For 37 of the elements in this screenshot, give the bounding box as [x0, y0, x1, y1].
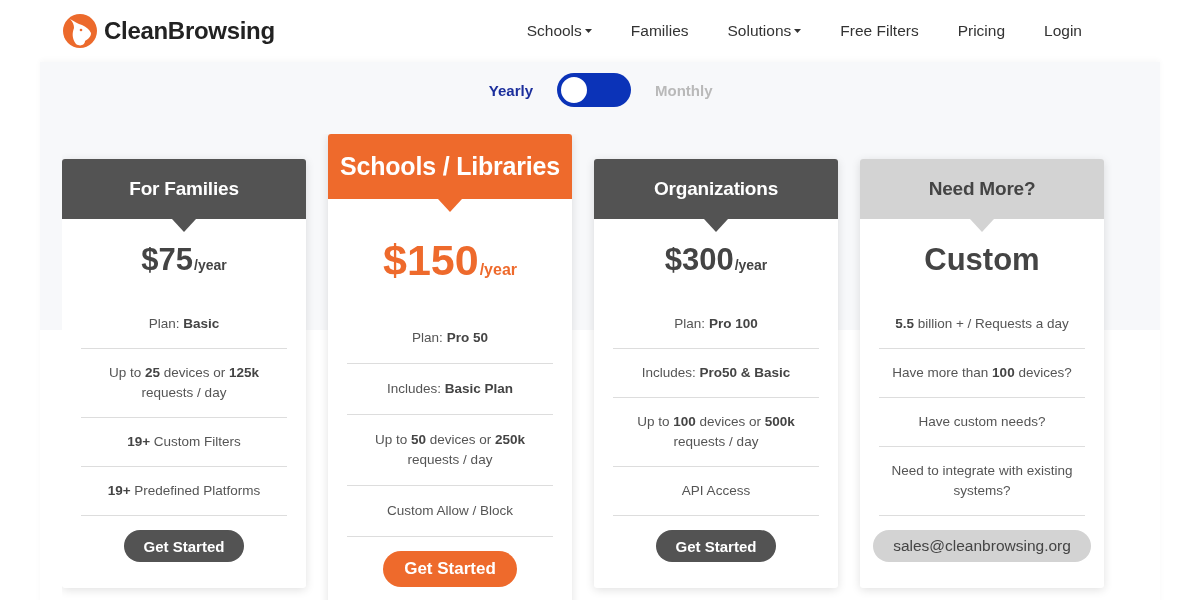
nav-link[interactable]: Solutions: [727, 22, 802, 40]
plan-feature: 19+ Predefined Platforms: [81, 467, 287, 516]
plan-feature: Includes: Pro50 & Basic: [613, 349, 819, 398]
nav-link[interactable]: Pricing: [957, 22, 1006, 40]
nav-link[interactable]: Schools: [526, 22, 592, 40]
billing-switch[interactable]: [557, 73, 631, 107]
plan-feature: 5.5 billion + / Requests a day: [879, 300, 1085, 349]
plan-feature: Need to integrate with existing systems?: [879, 447, 1085, 516]
plan-feature: Plan: Pro 50: [347, 313, 553, 364]
plan-title: Organizations: [653, 178, 779, 200]
plan-title: For Families: [129, 178, 239, 200]
get-started-button[interactable]: Get Started: [655, 530, 777, 562]
plan-title: Need More?: [928, 178, 1036, 200]
plan-title: Schools / Libraries: [340, 152, 560, 181]
plan-feature: Have custom needs?: [879, 398, 1085, 447]
plan-price: $300/year: [664, 242, 768, 278]
plan-feature: Have more than 100 devices?: [879, 349, 1085, 398]
plan-price: $75/year: [141, 242, 227, 278]
nav-link[interactable]: Login: [1044, 22, 1082, 40]
plan-feature: Up to 100 devices or 500k requests / day: [613, 398, 819, 467]
billing-option[interactable]: Yearly: [467, 81, 533, 99]
plan-feature: Plan: Pro 100: [613, 300, 819, 349]
plan-feature: 19+ Custom Filters: [81, 418, 287, 467]
nav-link[interactable]: Families: [630, 22, 689, 40]
plan-feature: Plan: Basic: [81, 300, 287, 349]
plan-feature: Up to 50 devices or 250k requests / day: [347, 415, 553, 486]
logo-icon: [62, 13, 98, 49]
brand-name: CleanBrowsing: [104, 17, 275, 45]
email-button[interactable]: sales@cleanbrowsing.org: [873, 530, 1091, 562]
plan-price: $150/year: [382, 236, 517, 285]
plan-feature: Custom Allow / Block: [347, 486, 553, 537]
plan-feature: Includes: Basic Plan: [347, 364, 553, 415]
plan-feature: API Access: [613, 467, 819, 516]
plan-price: Custom: [924, 242, 1040, 278]
nav-link[interactable]: Free Filters: [840, 22, 919, 40]
plan-feature: Up to 25 devices or 125k requests / day: [81, 349, 287, 418]
get-started-button[interactable]: Get Started: [123, 530, 245, 562]
